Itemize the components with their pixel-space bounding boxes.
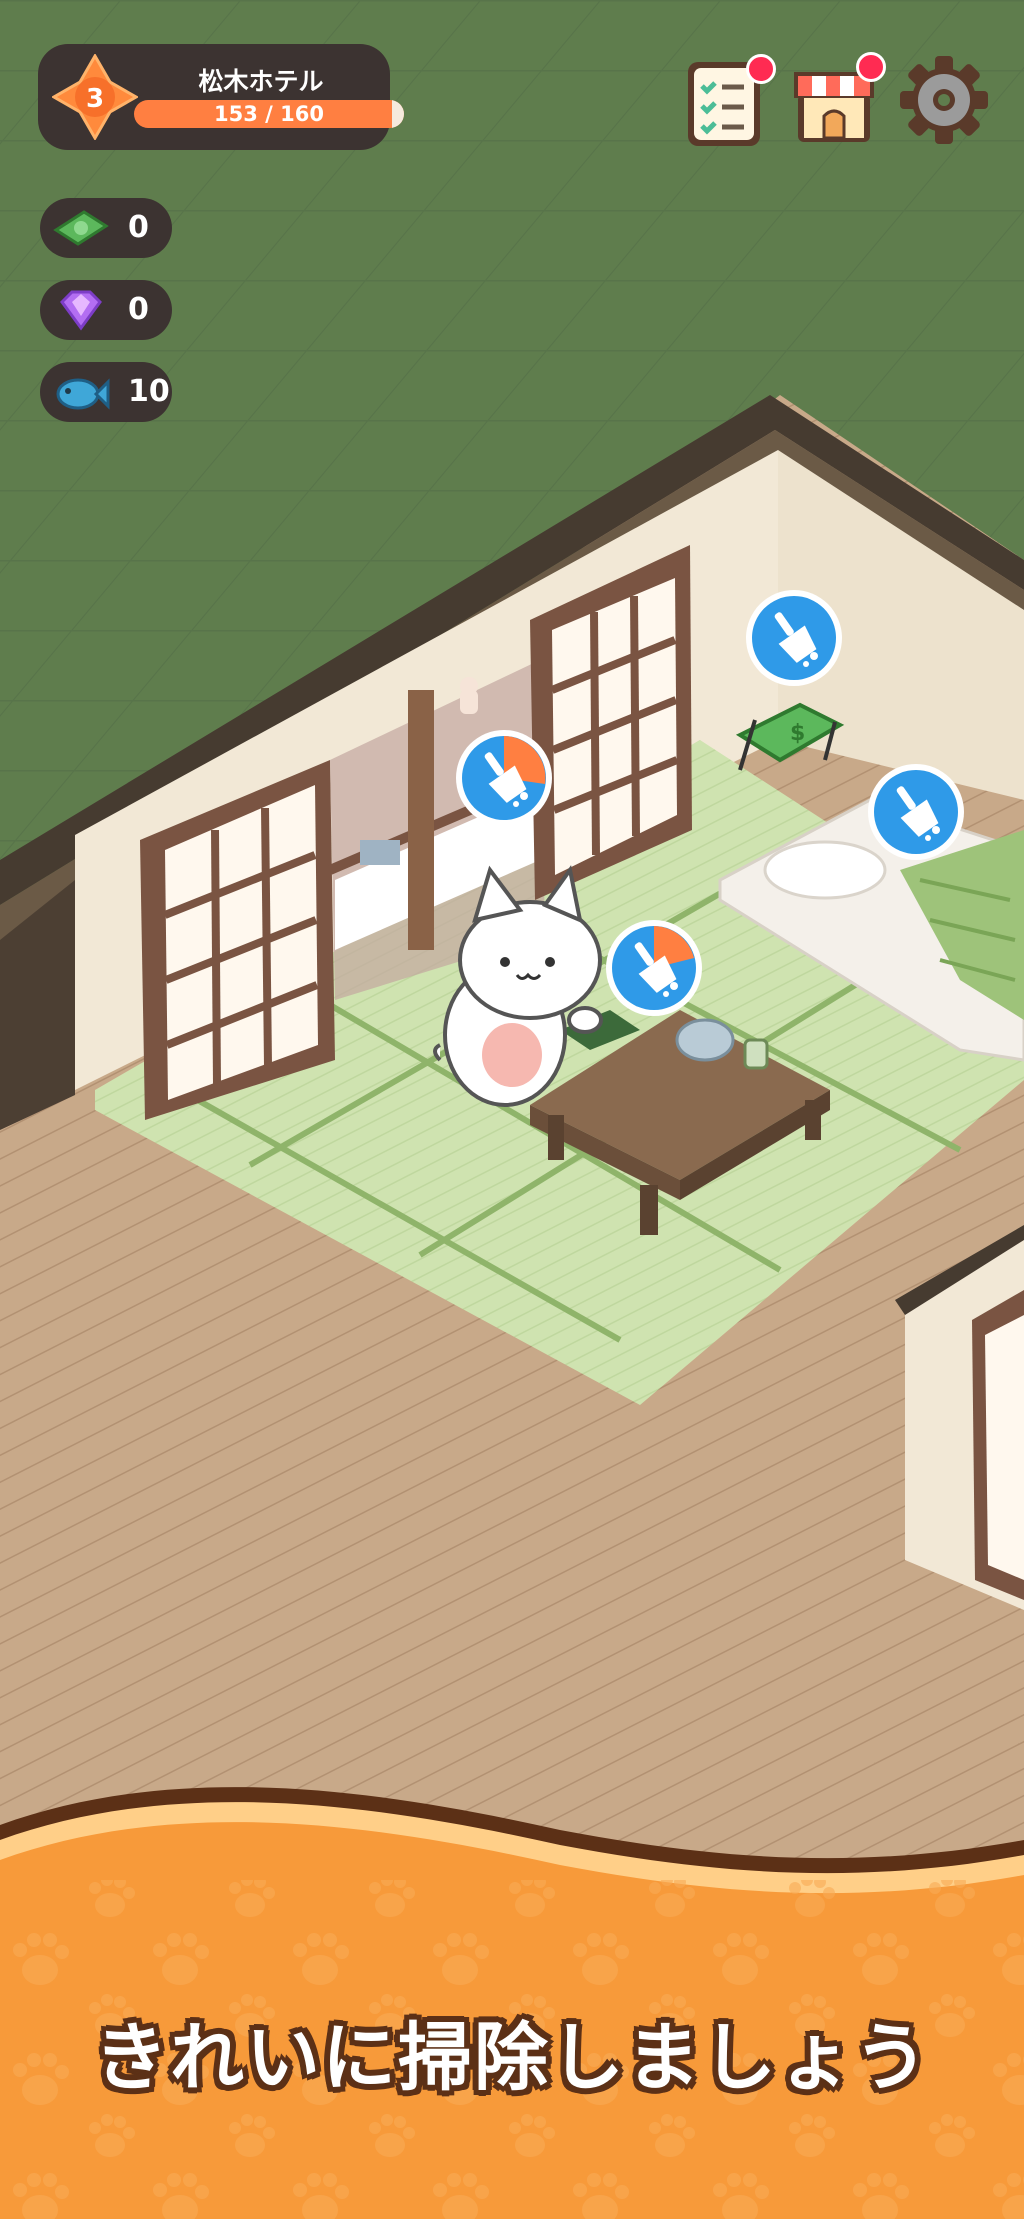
svg-text:$: $ xyxy=(790,721,805,746)
hotel-level-panel[interactable]: 3 松木ホテル 153 / 160 xyxy=(38,44,404,150)
cash-counter: 0 xyxy=(40,198,172,258)
gem-icon xyxy=(60,290,102,331)
xp-progress-bar: 153 / 160 xyxy=(134,100,404,128)
broom-icon xyxy=(606,920,702,1016)
broom-icon xyxy=(868,764,964,860)
task-notification-dot xyxy=(746,54,776,84)
settings-gear-icon xyxy=(900,56,988,144)
cash-value: 0 xyxy=(128,210,149,245)
broom-icon xyxy=(456,730,552,826)
gem-value: 0 xyxy=(128,292,149,327)
cash-icon xyxy=(53,210,109,246)
clean-bubble-futon[interactable] xyxy=(866,762,966,862)
clean-bubble-table[interactable] xyxy=(604,918,704,1018)
clean-bubble-money-stand[interactable] xyxy=(744,588,844,688)
broom-icon xyxy=(746,590,842,686)
clean-bubble-shelf[interactable] xyxy=(454,728,554,828)
fish-icon xyxy=(56,378,110,410)
level-star-icon: 3 xyxy=(52,54,138,140)
hotel-name: 松木ホテル xyxy=(198,67,324,96)
task-list-button[interactable] xyxy=(680,54,776,146)
shop-notification-dot xyxy=(856,52,886,82)
tutorial-banner-text: きれいに掃除しましょう xyxy=(94,2015,930,2101)
fish-counter: 10 xyxy=(40,362,172,422)
shop-button[interactable] xyxy=(788,52,886,146)
fish-value: 10 xyxy=(128,374,170,409)
settings-button[interactable] xyxy=(898,54,990,146)
level-number: 3 xyxy=(86,84,104,114)
xp-progress-text: 153 / 160 xyxy=(214,102,324,126)
gem-counter: 0 xyxy=(40,280,172,340)
